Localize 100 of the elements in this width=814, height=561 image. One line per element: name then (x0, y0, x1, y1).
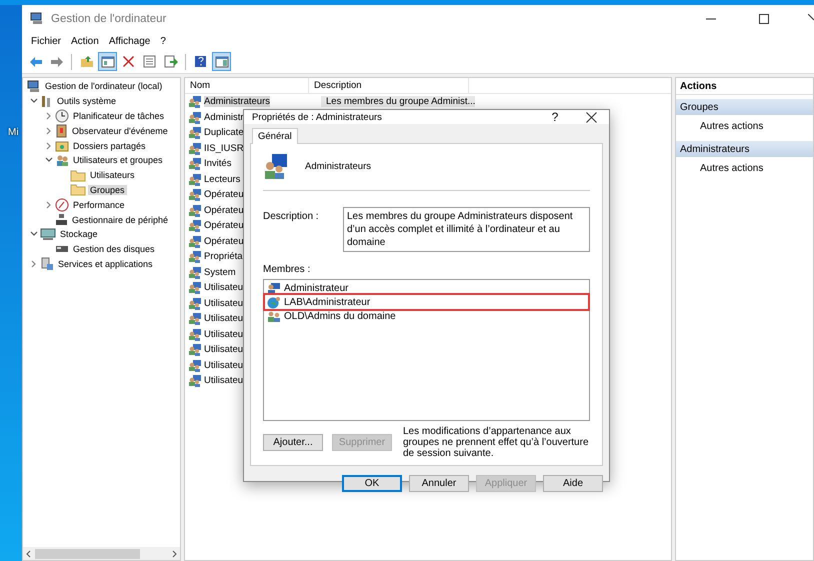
help-button[interactable]: ? (537, 110, 573, 124)
menu-item[interactable]: Action (66, 36, 104, 46)
list-item[interactable]: Invités (204, 158, 232, 170)
member-item[interactable]: LAB\Administrateur (284, 296, 370, 308)
list-item[interactable]: Utilisateu (204, 282, 244, 294)
folder-up-icon (80, 55, 94, 68)
computer-icon (30, 12, 44, 25)
dialog-button[interactable]: Ajouter... (263, 434, 323, 451)
list-item[interactable]: Utilisateu (204, 344, 244, 356)
list-item[interactable]: Opérateu (204, 204, 244, 216)
action-pane-icon (214, 56, 228, 68)
column-header[interactable]: Nom (185, 78, 309, 93)
maximize-icon[interactable] (759, 14, 769, 24)
list-item[interactable]: Duplicate (204, 127, 244, 138)
description-field[interactable]: Les membres du groupe Administrateurs disposent d’un accès complet et illimité à l’ordinateur et au domaine (343, 207, 590, 252)
group-icon (188, 296, 202, 310)
group-icon (188, 110, 202, 124)
expand-chevron-icon[interactable] (31, 260, 37, 268)
field-label: Membres : (263, 264, 312, 275)
scroll-right-icon[interactable] (172, 550, 177, 558)
field-label: Description : (263, 210, 320, 224)
dialog-button[interactable]: Aide (543, 475, 603, 492)
list-item[interactable]: Utilisateu (204, 298, 244, 309)
users-icon (267, 310, 281, 322)
group-icon (188, 343, 202, 356)
list-item[interactable]: Lecteurs (204, 174, 240, 185)
tree-item[interactable]: Performance (71, 200, 127, 210)
action-section-header[interactable]: Groupes (676, 99, 813, 115)
group-icon (188, 281, 202, 294)
action-section-header[interactable]: Administrateurs (676, 141, 813, 157)
device-icon (55, 213, 68, 226)
tree-item[interactable]: Observateur d'événeme (70, 126, 170, 136)
list-item[interactable]: Utilisateu (204, 375, 244, 386)
shared-folder-icon (55, 139, 69, 152)
list-item[interactable]: IIS_IUSR (204, 142, 244, 154)
tree-item[interactable]: Services et applications (56, 258, 155, 269)
group-icon (188, 126, 202, 140)
back-arrow-icon (28, 56, 42, 68)
tree-item[interactable]: Utilisateurs et groupes (71, 155, 165, 166)
properties-icon (143, 55, 156, 68)
scrollbar-thumb[interactable] (35, 548, 140, 558)
delete-icon (122, 55, 135, 68)
action-link[interactable]: Autres actions (676, 115, 813, 137)
list-item[interactable]: Propriéta (204, 251, 243, 262)
menu-item[interactable]: Fichier (26, 36, 66, 46)
gauge-icon (55, 198, 69, 212)
list-item[interactable]: Administrateurs (204, 96, 270, 108)
event-log-icon (55, 124, 68, 138)
tab[interactable]: Général (252, 128, 298, 144)
group-icon (188, 328, 202, 341)
menu-item[interactable]: ? (155, 36, 171, 46)
tree-item[interactable]: Planificateur de tâches (71, 110, 166, 121)
menu-item[interactable]: Affichage (104, 36, 156, 46)
expand-chevron-icon[interactable] (46, 200, 52, 209)
tree-item[interactable]: Outils système (55, 96, 118, 106)
folder-icon (70, 168, 86, 182)
column-header[interactable]: Description (309, 78, 469, 93)
tree-item[interactable]: Groupes (88, 184, 127, 195)
storage-icon (40, 228, 56, 241)
tree-item[interactable]: Gestion de l'ordinateur (local) (43, 81, 164, 92)
group-icon (188, 157, 202, 170)
collapse-chevron-icon[interactable] (30, 98, 38, 104)
list-item[interactable]: Opérateu (204, 236, 244, 247)
tree-item[interactable]: Dossiers partagés (71, 140, 148, 151)
list-item[interactable]: System (204, 266, 236, 278)
toolbar-button[interactable] (98, 52, 117, 71)
close-icon[interactable] (586, 112, 596, 122)
members-list[interactable]: Administrateur LAB\Administrateur OLD\Admins du domaine (263, 279, 590, 421)
group-icon (188, 142, 202, 155)
group-icon (188, 312, 202, 326)
action-link[interactable]: Autres actions (676, 157, 813, 179)
computer-icon (27, 80, 41, 93)
list-item[interactable]: Utilisateu (204, 360, 244, 371)
window-title: Gestion de l'ordinateur (51, 12, 168, 24)
table-cell: Les membres du groupe Administ... (321, 96, 476, 108)
list-item[interactable]: Opérateu (204, 189, 244, 200)
group-icon (188, 219, 202, 232)
member-item[interactable]: OLD\Admins du domaine (284, 310, 396, 322)
list-item[interactable]: Utilisateu (204, 313, 244, 324)
dialog-button[interactable]: OK (342, 475, 402, 492)
group-icon (188, 188, 202, 202)
group-icon (188, 204, 202, 217)
tree-item[interactable]: Gestion des disques (71, 244, 157, 254)
note-text: Les modifications d’appartenance aux groupes ne prennent effet qu’à l’ouverture de session suivante. (403, 426, 590, 459)
collapse-chevron-icon[interactable] (30, 231, 38, 238)
list-item[interactable]: Utilisateu (204, 328, 244, 340)
member-item[interactable]: Administrateur (284, 282, 348, 294)
tree-item[interactable]: Gestionnaire de périphé (70, 214, 170, 225)
tree-item[interactable]: Stockage (58, 229, 100, 240)
dialog-button[interactable]: Annuler (409, 475, 469, 492)
list-item[interactable]: Opérateu (204, 220, 244, 232)
toolbar-button[interactable] (212, 52, 231, 71)
tree-view-icon (100, 56, 114, 68)
collapse-chevron-icon[interactable] (45, 157, 53, 164)
desktop-icon-label: Mi (8, 127, 19, 138)
tree-item[interactable]: Utilisateurs (88, 170, 137, 180)
scroll-left-icon[interactable] (26, 550, 31, 558)
list-item[interactable]: Administr (204, 112, 244, 123)
actions-header: Actions (676, 78, 813, 95)
clock-icon (55, 108, 69, 123)
